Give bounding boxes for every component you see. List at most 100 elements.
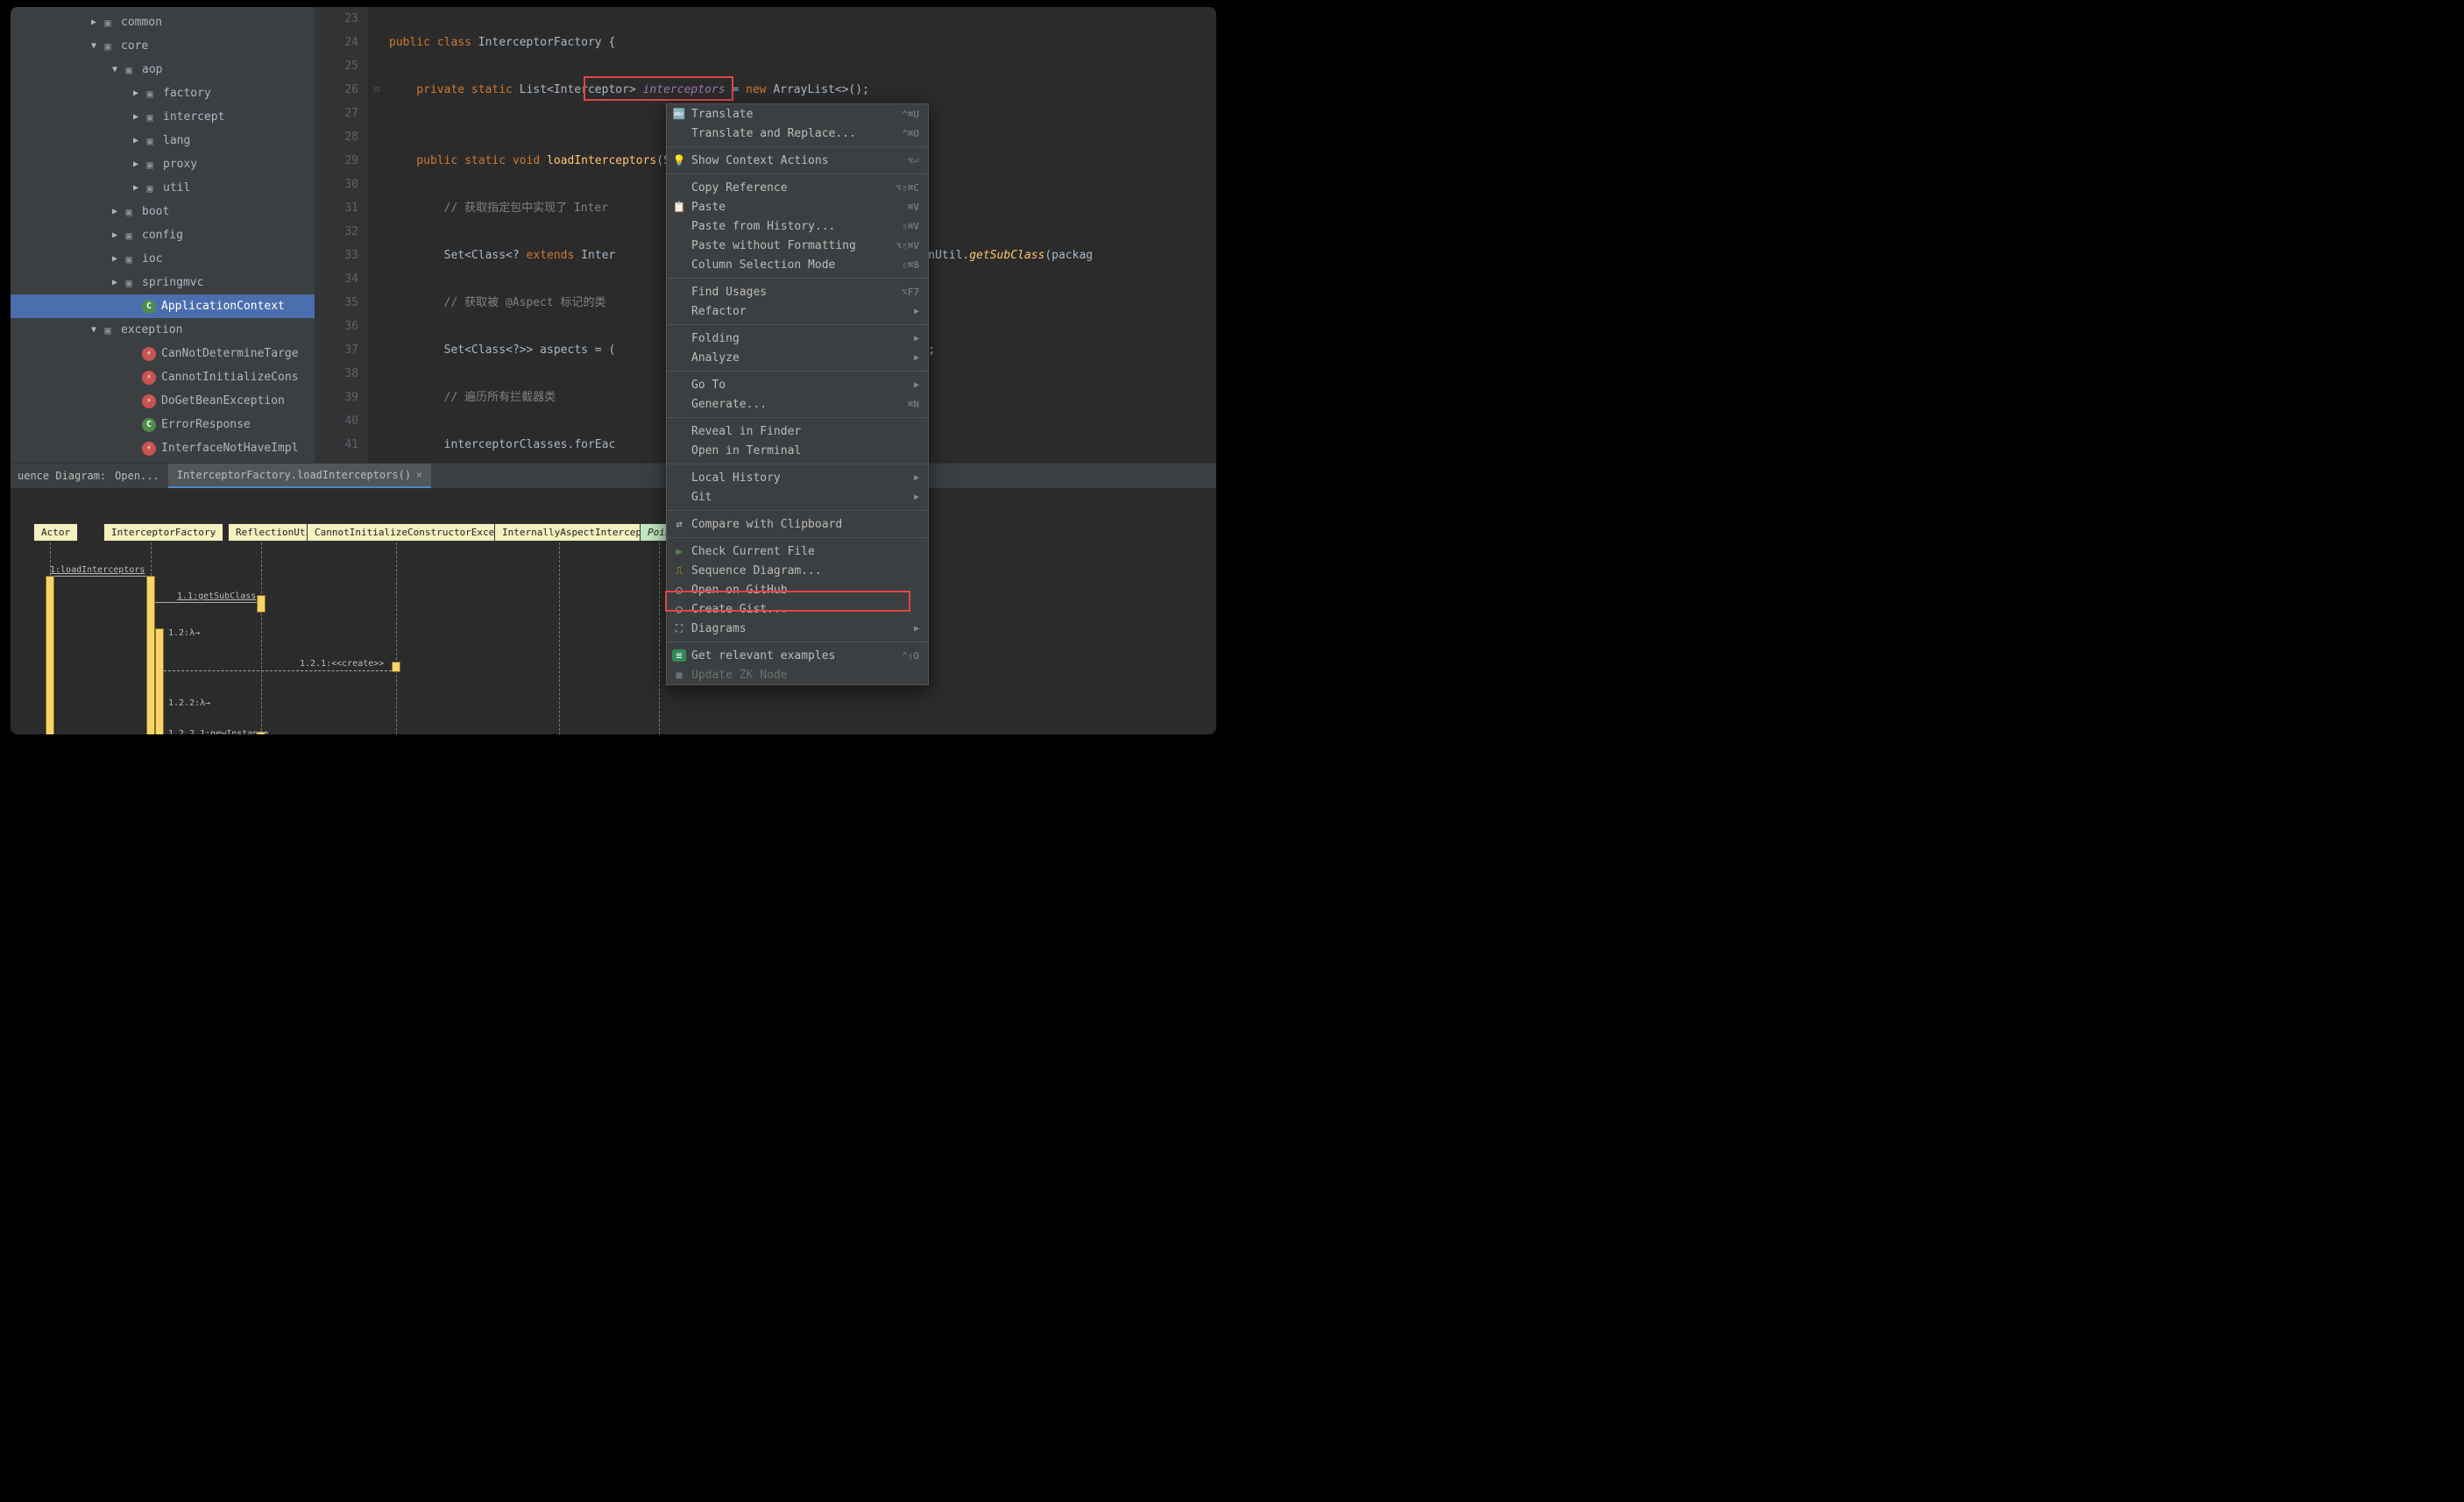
folder-icon: ▣	[121, 228, 137, 244]
msg-label: 1.2:λ→	[168, 628, 200, 638]
ctx-goto[interactable]: Go To▶	[667, 375, 928, 394]
editor-gutter: 23242526272829303132333435363738394041	[315, 7, 368, 463]
msg-label: 1.2.2.1:newInstance	[168, 729, 268, 734]
compare-icon: ⇄	[672, 518, 686, 530]
tree-item-springmvc[interactable]: ▶▣springmvc	[11, 271, 315, 294]
ctx-get-examples[interactable]: ≡Get relevant examples⌃⇧O	[667, 646, 928, 665]
play-icon: ▶	[672, 545, 686, 557]
seq-tab-open[interactable]: Open...	[106, 464, 168, 488]
tree-item-lang[interactable]: ▶▣lang	[11, 129, 315, 152]
folder-icon: ▣	[142, 157, 158, 173]
tree-item-factory[interactable]: ▶▣factory	[11, 81, 315, 105]
msg-label: 1.1:getSubClass	[177, 592, 256, 601]
ctx-create-gist[interactable]: ◯Create Gist...	[667, 599, 928, 619]
ctx-analyze[interactable]: Analyze▶	[667, 348, 928, 367]
ctx-show-context-actions[interactable]: 💡Show Context Actions⌥⏎	[667, 151, 928, 170]
chevron-right-icon: ▶	[130, 159, 142, 169]
ctx-translate-replace[interactable]: Translate and Replace...⌃⌘O	[667, 124, 928, 143]
seq-tabs[interactable]: uence Diagram: Open... InterceptorFactor…	[11, 464, 1216, 488]
seq-tab-active[interactable]: InterceptorFactory.loadInterceptors()×	[168, 464, 432, 488]
github-icon: ◯	[672, 603, 686, 615]
chevron-down-icon: ▼	[109, 65, 121, 74]
chevron-down-icon: ▼	[88, 41, 100, 51]
ctx-local-history[interactable]: Local History▶	[667, 468, 928, 487]
ctx-refactor[interactable]: Refactor▶	[667, 301, 928, 321]
lifeline	[659, 542, 660, 734]
tree-item-exception[interactable]: ▼▣exception	[11, 318, 315, 342]
ctx-sequence-diagram[interactable]: ⎍Sequence Diagram...	[667, 561, 928, 580]
ctx-paste[interactable]: 📋Paste⌘V	[667, 197, 928, 216]
tree-item-intercept[interactable]: ▶▣intercept	[11, 105, 315, 129]
editor-markers: ⊟	[368, 7, 386, 463]
close-icon[interactable]: ×	[416, 469, 422, 481]
activation	[392, 662, 400, 672]
ctx-translate[interactable]: 🔤Translate⌃⌘U	[667, 104, 928, 124]
chevron-right-icon: ▶	[130, 112, 142, 122]
exception-icon: ⚡	[142, 394, 156, 408]
chevron-right-icon: ▶	[109, 254, 121, 264]
activation	[146, 576, 155, 734]
ctx-update-zk: ■Update ZK Node	[667, 665, 928, 684]
ctx-reveal-finder[interactable]: Reveal in Finder	[667, 422, 928, 441]
msg-label: 1.2.1:<<create>>	[300, 659, 384, 669]
ctx-paste-history[interactable]: Paste from History...⇧⌘V	[667, 216, 928, 236]
class-icon: C	[142, 300, 156, 314]
exception-icon: ⚡	[142, 371, 156, 385]
folder-icon: ▣	[121, 252, 137, 267]
chevron-right-icon: ▶	[109, 278, 121, 287]
tree-item-common[interactable]: ▶▣common	[11, 11, 315, 34]
activation	[257, 595, 266, 613]
square-icon: ■	[672, 669, 686, 681]
context-menu[interactable]: 🔤Translate⌃⌘U Translate and Replace...⌃⌘…	[666, 103, 929, 685]
actor-interceptorfactory[interactable]: InterceptorFactory	[103, 523, 223, 542]
tree-item-errorresponse[interactable]: CErrorResponse	[11, 413, 315, 436]
folder-icon: ▣	[100, 15, 116, 31]
paste-icon: 📋	[672, 201, 686, 213]
lifeline	[559, 542, 560, 734]
ctx-check-current-file[interactable]: ▶Check Current File	[667, 542, 928, 561]
tree-item-util[interactable]: ▶▣util	[11, 176, 315, 200]
tree-item-ioc[interactable]: ▶▣ioc	[11, 247, 315, 271]
tree-item-cannotdeterminetarge[interactable]: ⚡CanNotDetermineTarge	[11, 342, 315, 365]
chevron-right-icon: ▶	[88, 18, 100, 27]
tree-item-boot[interactable]: ▶▣boot	[11, 200, 315, 223]
seq-icon: ⎍	[672, 564, 686, 577]
chevron-right-icon: ▶	[130, 89, 142, 98]
examples-icon: ≡	[672, 649, 686, 662]
ctx-copy-reference[interactable]: Copy Reference⌥⇧⌘C	[667, 178, 928, 197]
msg-label: 1:loadInterceptors	[50, 565, 145, 575]
ctx-paste-no-format[interactable]: Paste without Formatting⌥⇧⌘V	[667, 236, 928, 255]
tree-item-cannotinitializecons[interactable]: ⚡CannotInitializeCons	[11, 365, 315, 389]
folder-icon: ▣	[100, 322, 116, 338]
tree-item-dogetbeanexception[interactable]: ⚡DoGetBeanException	[11, 389, 315, 413]
sequence-diagram-canvas[interactable]: Actor InterceptorFactory ReflectionUtil …	[11, 488, 1216, 734]
tree-item-aop[interactable]: ▼▣aop	[11, 58, 315, 81]
ctx-git[interactable]: Git▶	[667, 487, 928, 507]
folder-icon: ▣	[121, 62, 137, 78]
bulb-icon: 💡	[672, 154, 686, 166]
ctx-generate[interactable]: Generate...⌘N	[667, 394, 928, 414]
translate-icon: 🔤	[672, 108, 686, 120]
ctx-open-terminal[interactable]: Open in Terminal	[667, 441, 928, 460]
ctx-find-usages[interactable]: Find Usages⌥F7	[667, 282, 928, 301]
ctx-diagrams[interactable]: ⛶Diagrams▶	[667, 619, 928, 638]
tree-item-applicationcontext[interactable]: CApplicationContext	[11, 294, 315, 318]
ctx-column-selection[interactable]: Column Selection Mode⇧⌘8	[667, 255, 928, 274]
msg-arrow	[54, 576, 146, 577]
sequence-diagram-panel[interactable]: uence Diagram: Open... InterceptorFactor…	[11, 463, 1216, 734]
tree-item-config[interactable]: ▶▣config	[11, 223, 315, 247]
actor-box[interactable]: Actor	[33, 523, 78, 542]
ctx-open-github[interactable]: ◯Open on GitHub	[667, 580, 928, 599]
lifeline	[261, 542, 262, 734]
folder-icon: ▣	[142, 181, 158, 196]
tree-item-core[interactable]: ▼▣core	[11, 34, 315, 58]
project-tree[interactable]: ▶▣common ▼▣core ▼▣aop ▶▣factory ▶▣interc…	[11, 7, 315, 463]
ctx-compare-clipboard[interactable]: ⇄Compare with Clipboard	[667, 514, 928, 534]
folder-icon: ▣	[100, 39, 116, 54]
msg-arrow	[155, 602, 257, 603]
msg-arrow	[164, 670, 392, 671]
folder-icon: ▣	[121, 275, 137, 291]
tree-item-proxy[interactable]: ▶▣proxy	[11, 152, 315, 176]
tree-item-interfacenothaveimpl[interactable]: ⚡InterfaceNotHaveImpl	[11, 436, 315, 460]
ctx-folding[interactable]: Folding▶	[667, 329, 928, 348]
